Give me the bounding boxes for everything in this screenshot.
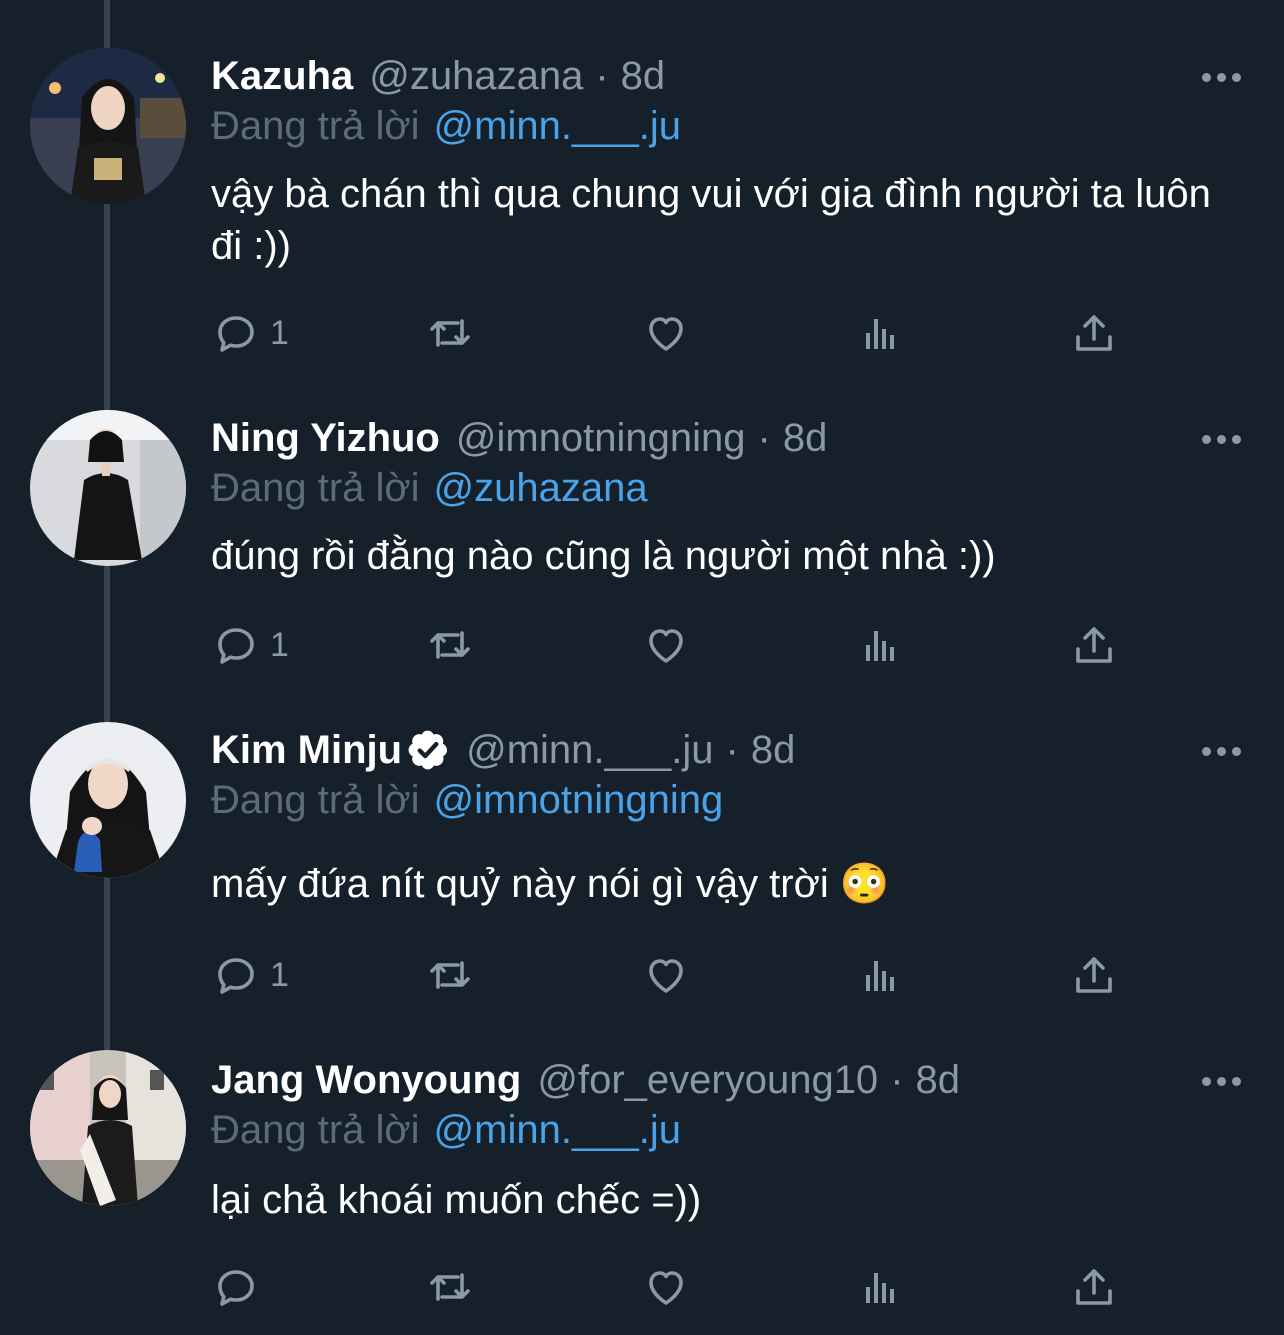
more-icon[interactable] (1196, 416, 1246, 462)
replying-label: Đang trả lời (211, 778, 420, 822)
retweet-button[interactable] (426, 308, 474, 358)
tweet-actions (212, 1262, 1132, 1312)
separator-dot: · (595, 54, 609, 98)
views-button[interactable] (856, 1262, 904, 1312)
verified-badge-icon (406, 728, 450, 772)
like-button[interactable] (642, 620, 690, 670)
replying-to: Đang trả lời @imnotningning (211, 774, 723, 826)
separator-dot: · (725, 728, 739, 772)
reply-mention[interactable]: @imnotningning (434, 778, 724, 822)
retweet-icon (430, 961, 470, 989)
views-button[interactable] (856, 620, 904, 670)
user-handle[interactable]: @minn.___.ju (466, 720, 713, 780)
reply-mention[interactable]: @minn.___.ju (434, 104, 681, 148)
avatar[interactable] (30, 1050, 186, 1206)
reply-button[interactable] (212, 1262, 270, 1312)
share-button[interactable] (1070, 620, 1118, 670)
like-button[interactable] (642, 308, 690, 358)
separator-dot: · (890, 1058, 904, 1102)
reply-icon (218, 316, 254, 352)
timestamp[interactable]: 8d (751, 720, 796, 780)
tweet-text: vậy bà chán thì qua chung vui với gia đì… (211, 172, 1211, 268)
replying-label: Đang trả lời (211, 1108, 420, 1152)
tweet-actions: 1 (212, 950, 1132, 1000)
views-icon (866, 319, 894, 349)
thread-line (104, 0, 110, 48)
reply-button[interactable]: 1 (212, 620, 289, 670)
reply-icon (218, 628, 254, 664)
tweet[interactable]: Kim Minju @minn.___.ju · 8d Đang trả lời… (0, 720, 1284, 1020)
reply-count: 1 (270, 955, 289, 994)
share-button[interactable] (1070, 950, 1118, 1000)
timestamp[interactable]: 8d (783, 408, 828, 468)
views-icon (866, 631, 894, 661)
timestamp[interactable]: 8d (621, 46, 666, 106)
retweet-button[interactable] (426, 1262, 474, 1312)
reply-count: 1 (270, 625, 289, 664)
like-button[interactable] (642, 1262, 690, 1312)
reply-icon (218, 958, 254, 994)
views-icon (866, 961, 894, 991)
heart-icon (649, 959, 683, 993)
avatar[interactable] (30, 48, 186, 204)
replying-label: Đang trả lời (211, 466, 420, 510)
views-icon (866, 1273, 894, 1303)
display-name[interactable]: Kazuha (211, 46, 353, 106)
tweet-actions: 1 (212, 620, 1132, 670)
retweet-icon (430, 1273, 470, 1301)
share-button[interactable] (1070, 308, 1118, 358)
tweet[interactable]: Jang Wonyoung @for_everyoung10 · 8d Đang… (0, 1050, 1284, 1335)
user-handle[interactable]: @for_everyoung10 (537, 1050, 878, 1110)
tweet-actions: 1 (212, 308, 1132, 358)
reply-count: 1 (270, 313, 289, 352)
share-icon (1076, 957, 1112, 993)
reply-mention[interactable]: @minn.___.ju (434, 1108, 681, 1152)
heart-icon (649, 1271, 683, 1305)
display-name[interactable]: Jang Wonyoung (211, 1050, 521, 1110)
reply-button[interactable]: 1 (212, 950, 289, 1000)
reply-button[interactable]: 1 (212, 308, 289, 358)
heart-icon (649, 317, 683, 351)
retweet-button[interactable] (426, 620, 474, 670)
share-icon (1076, 315, 1112, 351)
retweet-button[interactable] (426, 950, 474, 1000)
retweet-icon (430, 319, 470, 347)
reply-mention[interactable]: @zuhazana (434, 466, 648, 510)
heart-icon (649, 629, 683, 663)
tweet-text: đúng rồi đằng nào cũng là người một nhà … (211, 534, 996, 578)
user-handle[interactable]: @imnotningning (456, 408, 746, 468)
timestamp[interactable]: 8d (916, 1050, 961, 1110)
tweet-text: mấy đứa nít quỷ này nói gì vậy trời 😳 (211, 862, 890, 906)
more-icon[interactable] (1196, 54, 1246, 100)
replying-to: Đang trả lời @minn.___.ju (211, 1104, 681, 1156)
avatar[interactable] (30, 722, 186, 878)
share-icon (1076, 627, 1112, 663)
share-icon (1076, 1269, 1112, 1305)
tweet[interactable]: Kazuha @zuhazana · 8d Đang trả lời @minn.… (0, 46, 1284, 376)
reply-icon (218, 1270, 254, 1306)
like-button[interactable] (642, 950, 690, 1000)
more-icon[interactable] (1196, 1058, 1246, 1104)
replying-to: Đang trả lời @zuhazana (211, 462, 648, 514)
views-button[interactable] (856, 308, 904, 358)
replying-to: Đang trả lời @minn.___.ju (211, 100, 681, 152)
tweet[interactable]: Ning Yizhuo @imnotningning · 8d Đang trả… (0, 408, 1284, 708)
separator-dot: · (757, 416, 771, 460)
views-button[interactable] (856, 950, 904, 1000)
avatar[interactable] (30, 410, 186, 566)
user-handle[interactable]: @zuhazana (369, 46, 583, 106)
tweet-text: lại chả khoái muốn chếc =)) (211, 1178, 702, 1222)
share-button[interactable] (1070, 1262, 1118, 1312)
display-name[interactable]: Ning Yizhuo (211, 408, 440, 468)
retweet-icon (430, 631, 470, 659)
display-name[interactable]: Kim Minju (211, 720, 402, 780)
more-icon[interactable] (1196, 728, 1246, 774)
replying-label: Đang trả lời (211, 104, 420, 148)
